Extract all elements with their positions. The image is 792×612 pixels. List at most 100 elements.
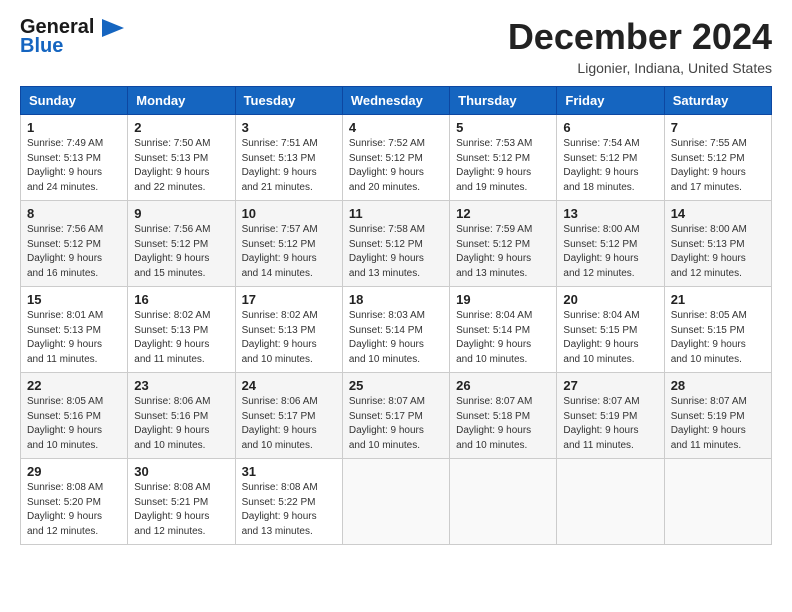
- day-number: 4: [349, 120, 443, 135]
- day-info: Sunrise: 8:04 AMSunset: 5:15 PMDaylight:…: [563, 310, 639, 365]
- calendar-cell: 30 Sunrise: 8:08 AMSunset: 5:21 PMDayligh…: [128, 459, 235, 545]
- day-header-monday: Monday: [128, 87, 235, 115]
- day-number: 23: [134, 378, 228, 393]
- day-info: Sunrise: 8:07 AMSunset: 5:18 PMDaylight:…: [456, 396, 532, 451]
- day-info: Sunrise: 8:06 AMSunset: 5:17 PMDaylight:…: [242, 396, 318, 451]
- day-number: 24: [242, 378, 336, 393]
- calendar-cell: 8 Sunrise: 7:56 AMSunset: 5:12 PMDaylight…: [21, 201, 128, 287]
- calendar-cell: [557, 459, 664, 545]
- calendar-cell: 4 Sunrise: 7:52 AMSunset: 5:12 PMDaylight…: [342, 115, 449, 201]
- calendar-cell: 10 Sunrise: 7:57 AMSunset: 5:12 PMDayligh…: [235, 201, 342, 287]
- calendar-body: 1Sunrise: 7:49 AMSunset: 5:13 PMDaylight…: [21, 115, 772, 545]
- calendar-week-3: 15Sunrise: 8:01 AMSunset: 5:13 PMDayligh…: [21, 287, 772, 373]
- calendar-table: SundayMondayTuesdayWednesdayThursdayFrid…: [20, 86, 772, 545]
- calendar-cell: 1Sunrise: 7:49 AMSunset: 5:13 PMDaylight…: [21, 115, 128, 201]
- day-info: Sunrise: 7:52 AMSunset: 5:12 PMDaylight:…: [349, 138, 425, 193]
- calendar-cell: 17 Sunrise: 8:02 AMSunset: 5:13 PMDayligh…: [235, 287, 342, 373]
- day-number: 31: [242, 464, 336, 479]
- calendar-cell: 28 Sunrise: 8:07 AMSunset: 5:19 PMDayligh…: [664, 373, 771, 459]
- day-header-wednesday: Wednesday: [342, 87, 449, 115]
- calendar-cell: 16Sunrise: 8:02 AMSunset: 5:13 PMDayligh…: [128, 287, 235, 373]
- calendar-cell: 22 Sunrise: 8:05 AMSunset: 5:16 PMDayligh…: [21, 373, 128, 459]
- day-info: Sunrise: 8:03 AMSunset: 5:14 PMDaylight:…: [349, 310, 425, 365]
- day-info: Sunrise: 7:59 AMSunset: 5:12 PMDaylight:…: [456, 224, 532, 279]
- day-info: Sunrise: 8:05 AMSunset: 5:15 PMDaylight:…: [671, 310, 747, 365]
- day-number: 25: [349, 378, 443, 393]
- calendar-cell: 12 Sunrise: 7:59 AMSunset: 5:12 PMDayligh…: [450, 201, 557, 287]
- day-info: Sunrise: 8:07 AMSunset: 5:19 PMDaylight:…: [671, 396, 747, 451]
- calendar-cell: 6 Sunrise: 7:54 AMSunset: 5:12 PMDaylight…: [557, 115, 664, 201]
- day-number: 2: [134, 120, 228, 135]
- title-area: December 2024 Ligonier, Indiana, United …: [508, 16, 772, 76]
- day-number: 20: [563, 292, 657, 307]
- calendar-cell: 18 Sunrise: 8:03 AMSunset: 5:14 PMDayligh…: [342, 287, 449, 373]
- day-header-friday: Friday: [557, 87, 664, 115]
- day-number: 3: [242, 120, 336, 135]
- calendar-week-1: 1Sunrise: 7:49 AMSunset: 5:13 PMDaylight…: [21, 115, 772, 201]
- calendar-cell: 2 Sunrise: 7:50 AMSunset: 5:13 PMDaylight…: [128, 115, 235, 201]
- calendar-week-5: 29 Sunrise: 8:08 AMSunset: 5:20 PMDayligh…: [21, 459, 772, 545]
- logo: General Blue: [20, 16, 126, 58]
- calendar-cell: 21Sunrise: 8:05 AMSunset: 5:15 PMDayligh…: [664, 287, 771, 373]
- day-info: Sunrise: 7:54 AMSunset: 5:12 PMDaylight:…: [563, 138, 639, 193]
- day-info: Sunrise: 7:58 AMSunset: 5:12 PMDaylight:…: [349, 224, 425, 279]
- day-number: 19: [456, 292, 550, 307]
- calendar-cell: 23 Sunrise: 8:06 AMSunset: 5:16 PMDayligh…: [128, 373, 235, 459]
- day-header-thursday: Thursday: [450, 87, 557, 115]
- day-info: Sunrise: 7:56 AMSunset: 5:12 PMDaylight:…: [27, 224, 103, 279]
- calendar-cell: 27 Sunrise: 8:07 AMSunset: 5:19 PMDayligh…: [557, 373, 664, 459]
- day-info: Sunrise: 7:49 AMSunset: 5:13 PMDaylight:…: [27, 138, 103, 193]
- day-info: Sunrise: 8:08 AMSunset: 5:22 PMDaylight:…: [242, 482, 318, 537]
- calendar-cell: 7 Sunrise: 7:55 AMSunset: 5:12 PMDaylight…: [664, 115, 771, 201]
- calendar-cell: 29 Sunrise: 8:08 AMSunset: 5:20 PMDayligh…: [21, 459, 128, 545]
- day-info: Sunrise: 8:08 AMSunset: 5:20 PMDaylight:…: [27, 482, 103, 537]
- calendar-header-row: SundayMondayTuesdayWednesdayThursdayFrid…: [21, 87, 772, 115]
- calendar-cell: 24 Sunrise: 8:06 AMSunset: 5:17 PMDayligh…: [235, 373, 342, 459]
- day-info: Sunrise: 7:57 AMSunset: 5:12 PMDaylight:…: [242, 224, 318, 279]
- day-number: 5: [456, 120, 550, 135]
- day-number: 18: [349, 292, 443, 307]
- day-number: 22: [27, 378, 121, 393]
- day-number: 7: [671, 120, 765, 135]
- month-title: December 2024: [508, 16, 772, 58]
- day-number: 15: [27, 292, 121, 307]
- day-info: Sunrise: 8:07 AMSunset: 5:17 PMDaylight:…: [349, 396, 425, 451]
- day-number: 29: [27, 464, 121, 479]
- calendar-cell: 20 Sunrise: 8:04 AMSunset: 5:15 PMDayligh…: [557, 287, 664, 373]
- day-number: 10: [242, 206, 336, 221]
- day-number: 13: [563, 206, 657, 221]
- calendar-cell: 31 Sunrise: 8:08 AMSunset: 5:22 PMDayligh…: [235, 459, 342, 545]
- calendar-week-4: 22 Sunrise: 8:05 AMSunset: 5:16 PMDayligh…: [21, 373, 772, 459]
- calendar-cell: 11 Sunrise: 7:58 AMSunset: 5:12 PMDayligh…: [342, 201, 449, 287]
- day-header-saturday: Saturday: [664, 87, 771, 115]
- day-number: 30: [134, 464, 228, 479]
- day-info: Sunrise: 8:08 AMSunset: 5:21 PMDaylight:…: [134, 482, 210, 537]
- day-info: Sunrise: 7:50 AMSunset: 5:13 PMDaylight:…: [134, 138, 210, 193]
- calendar-cell: 9Sunrise: 7:56 AMSunset: 5:12 PMDaylight…: [128, 201, 235, 287]
- day-info: Sunrise: 8:07 AMSunset: 5:19 PMDaylight:…: [563, 396, 639, 451]
- calendar-cell: [342, 459, 449, 545]
- calendar-cell: 5 Sunrise: 7:53 AMSunset: 5:12 PMDaylight…: [450, 115, 557, 201]
- location: Ligonier, Indiana, United States: [508, 60, 772, 76]
- day-number: 17: [242, 292, 336, 307]
- day-info: Sunrise: 8:05 AMSunset: 5:16 PMDaylight:…: [27, 396, 103, 451]
- calendar-cell: 19 Sunrise: 8:04 AMSunset: 5:14 PMDayligh…: [450, 287, 557, 373]
- calendar-cell: 13Sunrise: 8:00 AMSunset: 5:12 PMDayligh…: [557, 201, 664, 287]
- day-info: Sunrise: 7:55 AMSunset: 5:12 PMDaylight:…: [671, 138, 747, 193]
- day-number: 12: [456, 206, 550, 221]
- calendar-cell: 25 Sunrise: 8:07 AMSunset: 5:17 PMDayligh…: [342, 373, 449, 459]
- day-info: Sunrise: 8:04 AMSunset: 5:14 PMDaylight:…: [456, 310, 532, 365]
- day-number: 9: [134, 206, 228, 221]
- day-number: 8: [27, 206, 121, 221]
- day-number: 28: [671, 378, 765, 393]
- day-number: 27: [563, 378, 657, 393]
- calendar-cell: [450, 459, 557, 545]
- day-info: Sunrise: 7:53 AMSunset: 5:12 PMDaylight:…: [456, 138, 532, 193]
- day-number: 6: [563, 120, 657, 135]
- day-header-tuesday: Tuesday: [235, 87, 342, 115]
- day-header-sunday: Sunday: [21, 87, 128, 115]
- day-info: Sunrise: 8:02 AMSunset: 5:13 PMDaylight:…: [242, 310, 318, 365]
- day-info: Sunrise: 8:06 AMSunset: 5:16 PMDaylight:…: [134, 396, 210, 451]
- day-number: 11: [349, 206, 443, 221]
- logo-text-blue: Blue: [20, 35, 63, 58]
